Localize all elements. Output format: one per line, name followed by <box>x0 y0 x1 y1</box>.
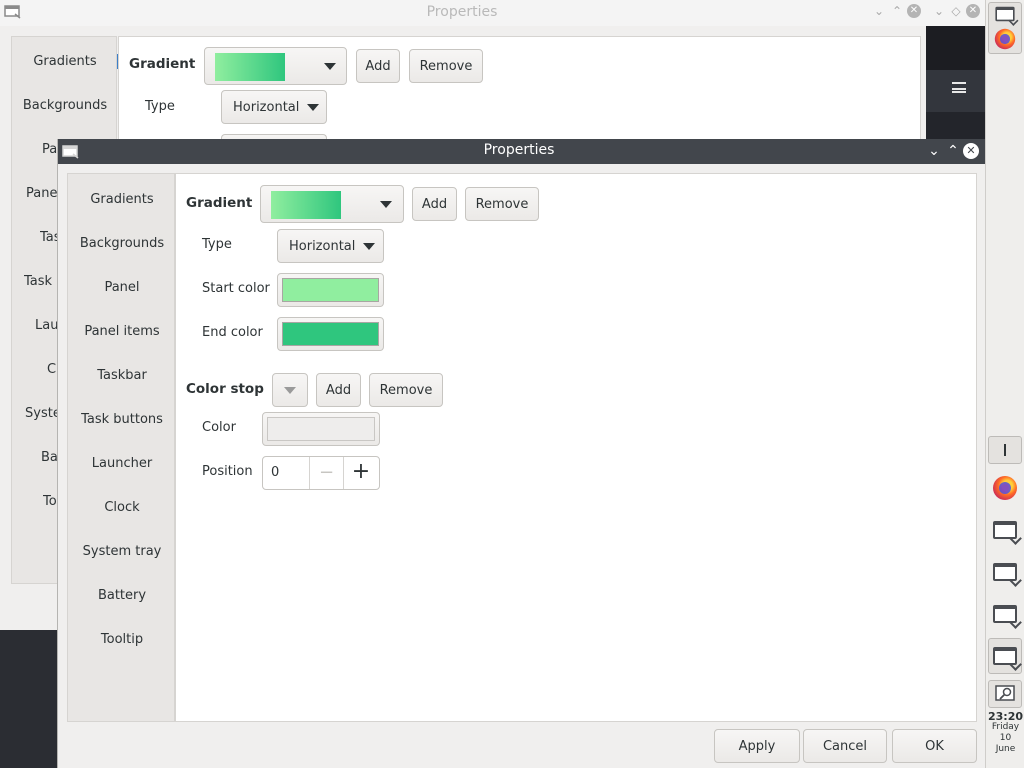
chevron-down-icon <box>307 103 320 111</box>
taskbar-panel: 23:20 Friday 10 June <box>985 0 1024 768</box>
window-icon <box>993 563 1017 581</box>
shade-icon[interactable]: ⌄ <box>872 4 886 18</box>
gradient-preview <box>271 191 341 219</box>
background-titlebar: Properties ⌄ ⌃ ✕ ⌄ ◇ ✕ <box>0 0 986 26</box>
gradient-label: Gradient <box>186 195 253 211</box>
window-icon <box>993 605 1017 623</box>
window-icon[interactable] <box>995 6 1015 22</box>
background-app-header <box>926 26 986 70</box>
taskbar-separator <box>988 436 1022 464</box>
background-remove-button[interactable]: Remove <box>409 49 483 83</box>
background-nav-item[interactable]: Gradients <box>12 54 118 69</box>
cancel-button[interactable]: Cancel <box>803 729 887 763</box>
background-gradient-label: Gradient <box>129 56 196 72</box>
position-label: Position <box>202 464 253 479</box>
add-color-stop-button[interactable]: Add <box>316 373 361 407</box>
clock[interactable]: 23:20 Friday 10 June <box>986 711 1024 755</box>
restore-icon[interactable]: ◇ <box>949 4 963 18</box>
search-tool[interactable] <box>988 680 1022 708</box>
window-icon <box>993 647 1017 665</box>
background-window-title: Properties <box>426 4 498 20</box>
titlebar: Properties ⌄ ⌃ ✕ <box>58 139 986 164</box>
type-label: Type <box>202 237 232 252</box>
firefox-icon <box>993 476 1017 500</box>
nav-item-system-tray[interactable]: System tray <box>68 544 176 559</box>
remove-color-stop-button[interactable]: Remove <box>369 373 443 407</box>
nav-item-panel[interactable]: Panel <box>68 280 176 295</box>
position-value[interactable]: 0 <box>263 457 310 489</box>
shade-icon[interactable]: ⌄ <box>926 143 942 159</box>
properties-window: Properties ⌄ ⌃ ✕ Gradients Backgrounds P… <box>57 139 986 768</box>
window-icon <box>993 521 1017 539</box>
chevron-down-icon <box>284 386 296 394</box>
background-gradient-dropdown[interactable] <box>204 47 347 85</box>
maximize-icon[interactable]: ⌃ <box>890 4 904 18</box>
collapse-icon[interactable]: ⌄ <box>932 4 946 18</box>
clock-month: June <box>995 744 1016 754</box>
close-icon[interactable]: ✕ <box>907 4 921 18</box>
start-color-swatch <box>282 278 379 302</box>
task-window-3[interactable] <box>988 596 1022 632</box>
window-title: Properties <box>483 142 555 158</box>
remove-gradient-button[interactable]: Remove <box>465 187 539 221</box>
background-add-button[interactable]: Add <box>356 49 400 83</box>
background-type-dropdown[interactable]: Horizontal <box>221 90 327 124</box>
task-window-1[interactable] <box>988 512 1022 548</box>
color-stop-color-button[interactable] <box>262 412 380 446</box>
end-color-swatch <box>282 322 379 346</box>
apply-button[interactable]: Apply <box>714 729 800 763</box>
clock-date: 10 <box>999 733 1012 743</box>
nav-item-task-buttons[interactable]: Task buttons <box>68 412 176 427</box>
plus-icon[interactable]: + <box>344 457 378 489</box>
nav-item-backgrounds[interactable]: Backgrounds <box>68 236 176 251</box>
sidebar: Gradients Backgrounds Panel Panel items … <box>67 173 180 722</box>
close-icon[interactable]: ✕ <box>966 4 980 18</box>
minus-icon[interactable]: − <box>310 457 344 489</box>
color-stop-swatch <box>267 417 375 441</box>
clock-day: Friday <box>991 722 1020 732</box>
gradient-preview <box>215 53 285 81</box>
end-color-button[interactable] <box>277 317 384 351</box>
type-dropdown[interactable]: Horizontal <box>277 229 384 263</box>
launcher-group <box>988 2 1022 54</box>
background-nav-item[interactable]: Backgrounds <box>12 98 118 113</box>
task-window-2[interactable] <box>988 554 1022 590</box>
clock-time: 23:20 <box>987 710 1023 723</box>
nav-item-battery[interactable]: Battery <box>68 588 176 603</box>
nav-item-gradients[interactable]: Gradients <box>68 183 180 219</box>
color-stop-dropdown[interactable] <box>272 373 308 407</box>
nav-item-taskbar[interactable]: Taskbar <box>68 368 176 383</box>
nav-item-panel-items[interactable]: Panel items <box>68 324 176 339</box>
maximize-icon[interactable]: ⌃ <box>945 143 961 159</box>
position-spinbutton[interactable]: 0 − + <box>262 456 380 490</box>
color-label: Color <box>202 420 236 435</box>
hamburger-menu-icon[interactable] <box>952 82 966 93</box>
background-type-label: Type <box>145 99 175 114</box>
start-color-label: Start color <box>202 281 270 296</box>
nav-item-launcher[interactable]: Launcher <box>68 456 176 471</box>
nav-item-tooltip[interactable]: Tooltip <box>68 632 176 647</box>
end-color-label: End color <box>202 325 263 340</box>
close-icon[interactable]: ✕ <box>963 143 979 159</box>
ok-button[interactable]: OK <box>892 729 977 763</box>
type-value: Horizontal <box>289 238 356 254</box>
background-type-value: Horizontal <box>233 99 300 115</box>
chevron-down-icon <box>324 63 336 70</box>
chevron-down-icon <box>380 201 392 208</box>
chevron-down-icon <box>363 242 376 250</box>
gradients-panel: Gradient Add Remove Type Horizontal Star… <box>175 173 977 722</box>
background-app-area <box>926 26 986 146</box>
firefox-icon[interactable] <box>994 28 1016 50</box>
separator-icon <box>1004 444 1006 456</box>
add-gradient-button[interactable]: Add <box>412 187 457 221</box>
color-stop-label: Color stop <box>186 381 264 397</box>
task-window-4[interactable] <box>988 638 1022 674</box>
task-firefox[interactable] <box>988 470 1022 506</box>
search-icon <box>995 685 1015 701</box>
nav-item-clock[interactable]: Clock <box>68 500 176 515</box>
gradient-dropdown[interactable] <box>260 185 404 223</box>
window-menu-icon[interactable] <box>4 5 22 19</box>
start-color-button[interactable] <box>277 273 384 307</box>
